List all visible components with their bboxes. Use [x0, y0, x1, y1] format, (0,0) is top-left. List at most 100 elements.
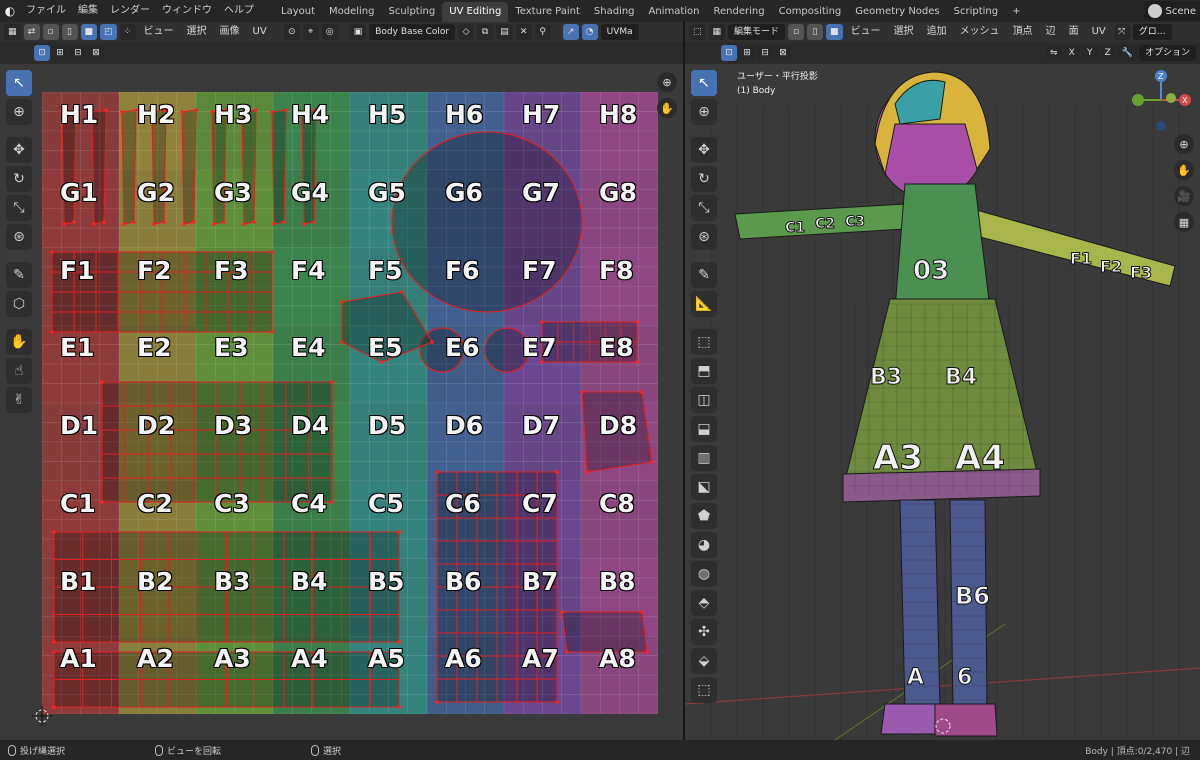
menu-edit[interactable]: 編集 [72, 0, 104, 22]
move-tool-icon[interactable]: ✥ [6, 137, 32, 163]
uvmap-field[interactable]: UVMa [600, 24, 639, 40]
select-subtract-icon[interactable]: ⊟ [70, 45, 86, 61]
vp-select-mode-icon[interactable]: ⊡ [721, 45, 737, 61]
close-image-icon[interactable]: ✕ [515, 24, 532, 40]
pin-icon[interactable]: ⚲ [534, 24, 551, 40]
vp-measure-tool-icon[interactable]: 📐 [691, 291, 717, 317]
relax-tool-icon[interactable]: ☝ [6, 358, 32, 384]
snap-icon[interactable]: ⌖ [302, 24, 319, 40]
sticky-select-icon[interactable]: ⁘ [119, 24, 136, 40]
zoom-icon[interactable]: ⊕ [657, 72, 677, 92]
vp-menu-mesh[interactable]: メッシュ [955, 22, 1005, 42]
uv-menu-view[interactable]: ビュー [139, 22, 179, 42]
mirror-icon[interactable]: ⇋ [1045, 45, 1062, 61]
vp-zoom-icon[interactable]: ⊕ [1174, 134, 1194, 154]
proportional-icon[interactable]: ◎ [321, 24, 338, 40]
overlay-icon[interactable]: ◔ [581, 24, 598, 40]
axis-y-toggle[interactable]: Y [1081, 45, 1098, 61]
tab-compositing[interactable]: Compositing [772, 2, 849, 22]
face-mode-icon[interactable]: ■ [826, 24, 843, 40]
pinch-tool-icon[interactable]: ✌ [6, 387, 32, 413]
mode-selector[interactable]: 編集モード [728, 24, 786, 40]
knife-tool-icon[interactable]: ⬕ [691, 474, 717, 500]
vp-annotate-tool-icon[interactable]: ✎ [691, 262, 717, 288]
select-extend-icon[interactable]: ⊞ [52, 45, 68, 61]
camera-icon[interactable]: 🎥 [1174, 186, 1194, 206]
loop-cut-tool-icon[interactable]: ▥ [691, 445, 717, 471]
vp-cursor-tool-icon[interactable]: ⊕ [691, 99, 717, 125]
rotate-tool-icon[interactable]: ↻ [6, 166, 32, 192]
vp-menu-edge[interactable]: 辺 [1041, 22, 1061, 42]
cube-tool-icon[interactable]: ⬡ [6, 291, 32, 317]
sync-selection-icon[interactable]: ⇄ [23, 24, 40, 40]
image-browse-icon[interactable]: ▣ [349, 24, 367, 40]
vp-transform-tool-icon[interactable]: ⊛ [691, 224, 717, 250]
vp-select-extend-icon[interactable]: ⊞ [739, 45, 755, 61]
island-select-icon[interactable]: ◰ [100, 24, 117, 40]
menu-file[interactable]: ファイル [20, 0, 72, 22]
vp-menu-vertex[interactable]: 頂点 [1008, 22, 1038, 42]
open-image-icon[interactable]: ▤ [496, 24, 513, 40]
tab-rendering[interactable]: Rendering [707, 2, 772, 22]
vp-menu-view[interactable]: ビュー [846, 22, 886, 42]
tab-sculpting[interactable]: Sculpting [382, 2, 443, 22]
inset-tool-icon[interactable]: ◫ [691, 387, 717, 413]
tab-layout[interactable]: Layout [274, 2, 322, 22]
transform-orientation-icon[interactable]: ⤧ [1113, 24, 1130, 40]
vp-menu-uv[interactable]: UV [1087, 22, 1111, 42]
menu-render[interactable]: レンダー [104, 0, 156, 22]
tab-uv-editing[interactable]: UV Editing [442, 2, 509, 22]
editor-type-icon[interactable]: ▦ [4, 24, 21, 40]
tab-texture-paint[interactable]: Texture Paint [508, 2, 587, 22]
grid-view-icon[interactable]: ▦ [1174, 212, 1194, 232]
bevel-tool-icon[interactable]: ⬓ [691, 416, 717, 442]
tab-geometry-nodes[interactable]: Geometry Nodes [848, 2, 946, 22]
annotate-tool-icon[interactable]: ✎ [6, 262, 32, 288]
select-invert-icon[interactable]: ⊠ [88, 45, 104, 61]
select-tool-icon[interactable]: ↖ [6, 70, 32, 96]
grab-tool-icon[interactable]: ✋ [6, 329, 32, 355]
face-select-icon[interactable]: ■ [80, 24, 98, 40]
wrench-icon[interactable]: 🔧 [1117, 45, 1137, 61]
vp-select-invert-icon[interactable]: ⊠ [775, 45, 791, 61]
vp-menu-select[interactable]: 選択 [889, 22, 919, 42]
vp-rotate-tool-icon[interactable]: ↻ [691, 166, 717, 192]
shear-tool-icon[interactable]: ⬙ [691, 648, 717, 674]
add-workspace-button[interactable]: + [1005, 2, 1027, 22]
vp-menu-add[interactable]: 追加 [922, 22, 952, 42]
edge-slide-tool-icon[interactable]: ⬘ [691, 590, 717, 616]
vp-pan-hand-icon[interactable]: ✋ [1174, 160, 1194, 180]
fake-user-icon[interactable]: ◇ [458, 24, 475, 40]
rip-tool-icon[interactable]: ⬚ [691, 677, 717, 703]
tab-shading[interactable]: Shading [587, 2, 642, 22]
tab-modeling[interactable]: Modeling [322, 2, 382, 22]
edge-mode-icon[interactable]: ▯ [807, 24, 824, 40]
vertex-mode-icon[interactable]: ▫ [788, 24, 805, 40]
cursor-tool-icon[interactable]: ⊕ [6, 99, 32, 125]
poly-build-tool-icon[interactable]: ⬟ [691, 503, 717, 529]
scene-selector[interactable]: Scene [1143, 1, 1200, 21]
vp-select-subtract-icon[interactable]: ⊟ [757, 45, 773, 61]
axis-x-toggle[interactable]: X [1063, 45, 1080, 61]
vp-select-tool-icon[interactable]: ↖ [691, 70, 717, 96]
shrink-tool-icon[interactable]: ✣ [691, 619, 717, 645]
transform-tool-icon[interactable]: ⊛ [6, 224, 32, 250]
vp-menu-face[interactable]: 面 [1064, 22, 1084, 42]
add-cube-tool-icon[interactable]: ⬚ [691, 329, 717, 355]
menu-window[interactable]: ウィンドウ [156, 0, 218, 22]
menu-help[interactable]: ヘルプ [218, 0, 260, 22]
extrude-tool-icon[interactable]: ⬒ [691, 358, 717, 384]
scale-tool-icon[interactable]: ⤡ [6, 195, 32, 221]
select-box-mode-icon[interactable]: ⊡ [34, 45, 50, 61]
mode-icon[interactable]: ▦ [708, 24, 726, 40]
uv-menu-select[interactable]: 選択 [182, 22, 212, 42]
viewport-type-icon[interactable]: ⬚ [689, 24, 706, 40]
smooth-tool-icon[interactable]: ◍ [691, 561, 717, 587]
edge-select-icon[interactable]: ▯ [61, 24, 78, 40]
vp-scale-tool-icon[interactable]: ⤡ [691, 195, 717, 221]
transform-orientation-field[interactable]: グロ… [1132, 24, 1172, 40]
spin-tool-icon[interactable]: ◕ [691, 532, 717, 558]
tab-animation[interactable]: Animation [642, 2, 707, 22]
pan-hand-icon[interactable]: ✋ [657, 98, 677, 118]
options-dropdown[interactable]: オプション [1138, 45, 1196, 61]
